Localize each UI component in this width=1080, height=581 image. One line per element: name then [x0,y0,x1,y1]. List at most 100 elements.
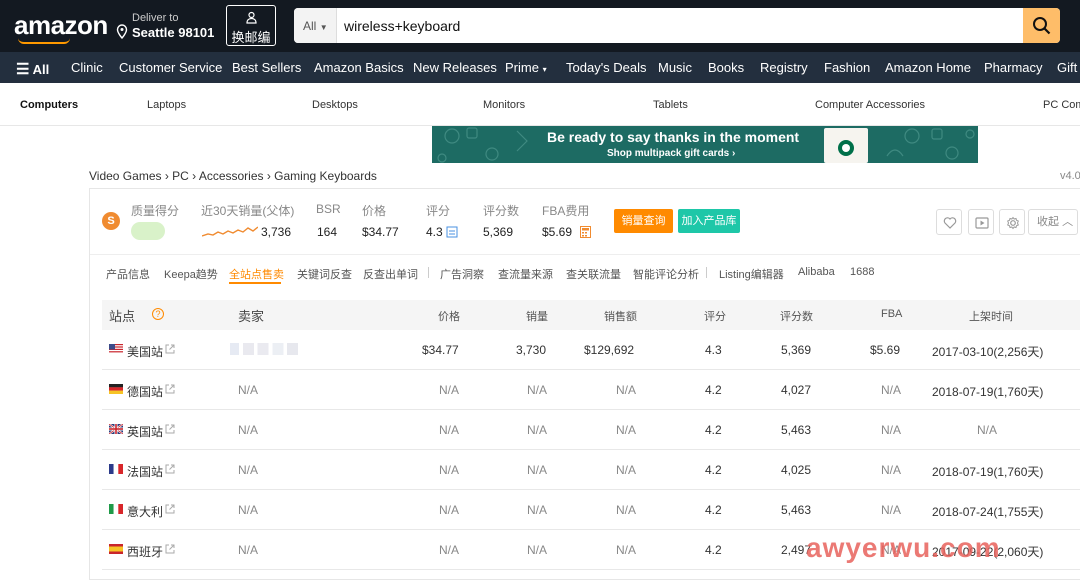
nav-item-prime[interactable]: Prime ▾ [505,60,547,75]
site-name: 意大利 [127,505,164,519]
sites-table-header: 站点 ? 卖家 价格 销量 销售额 评分 评分数 FBA 上架时间 [102,300,1080,330]
nav-item-music[interactable]: Music [658,60,692,75]
site-name: 西班牙 [127,545,164,559]
nav-item-new-releases[interactable]: New Releases [413,60,497,75]
play-icon [975,217,989,229]
rating-value: 4.2 [705,463,722,477]
tab-ad-insights[interactable]: 广告洞察 [440,266,484,282]
external-link-icon[interactable] [165,384,175,394]
tab-listing-editor[interactable]: Listing编辑器 [719,266,784,282]
external-link-icon[interactable] [165,424,175,434]
help-icon[interactable]: ? [152,308,164,320]
nav-item-books[interactable]: Books [708,60,744,75]
category-monitors[interactable]: Monitors [483,99,525,111]
tab-separator [706,267,707,278]
price-value: N/A [439,503,460,517]
tab-keyword-reverse[interactable]: 关键词反查 [297,266,352,282]
settings-button[interactable] [999,209,1025,235]
rating-value: 4.2 [705,543,722,557]
amazon-logo[interactable]: amazon [14,10,108,41]
change-zip-button[interactable]: 换邮编 [226,5,276,46]
nav-item-amazon-home[interactable]: Amazon Home [885,60,971,75]
nav-item-todays-deals[interactable]: Today's Deals [566,60,647,75]
tab-traffic-source[interactable]: 查流量来源 [498,266,553,282]
col-fba: FBA [881,308,903,320]
location-pin-icon [116,24,128,39]
external-link-icon[interactable] [165,544,175,554]
revenue-value: N/A [616,423,637,437]
tab-separator [428,267,429,278]
seller-plugin-panel: S 质量得分 近30天销量(父体) 3,736 BSR 164 价格 $34.7… [89,188,1080,580]
sales-value: N/A [527,543,548,557]
collapse-button[interactable]: 收起 ︿ [1028,209,1078,235]
table-row: 英国站 N/A N/A N/A N/A 4.2 5,463 N/A N/A [102,410,1080,450]
nav-all-label: All [32,62,50,77]
nav-item-amazon-basics[interactable]: Amazon Basics [314,60,404,75]
reviews-label: 评分数 [483,204,520,218]
category-computers[interactable]: Computers [20,99,78,111]
tab-order-keywords[interactable]: 反查出单词 [363,266,418,282]
favorite-button[interactable] [936,209,962,235]
external-link-icon[interactable] [165,464,175,474]
tab-alibaba[interactable]: Alibaba [798,266,835,278]
price-value: N/A [439,383,460,397]
sales-value: N/A [527,503,548,517]
nav-item-fashion[interactable]: Fashion [824,60,870,75]
price-value: N/A [439,463,460,477]
price-value: $34.77 [422,343,459,357]
rating-value: 4.3 [426,225,443,239]
gift-card-banner[interactable]: Be ready to say thanks in the moment Sho… [432,126,978,163]
rating-history-icon[interactable] [446,226,458,238]
tab-product-info[interactable]: 产品信息 [106,266,150,282]
collapse-label: 收起 [1037,216,1059,228]
external-link-icon[interactable] [165,504,175,514]
change-zip-label: 换邮编 [231,30,271,45]
category-desktops[interactable]: Desktops [312,99,358,111]
site-name: 英国站 [127,425,164,439]
reviews-value: 5,369 [483,225,514,239]
nav-item-pharmacy[interactable]: Pharmacy [984,60,1043,75]
external-link-icon[interactable] [165,344,175,354]
col-reviews: 评分数 [780,311,813,323]
sales-query-button[interactable]: 销量查询 [614,209,673,233]
plugin-tabs: 产品信息 Keepa趋势 全站点售卖 关键词反查 反查出单词 广告洞察 查流量来… [90,254,1080,286]
nav-item-registry[interactable]: Registry [760,60,808,75]
seller-value: N/A [238,463,259,477]
launch-date-value: 2018-07-19(1,760天) [932,385,1044,399]
hamburger-menu-icon: ☰ [16,61,30,78]
add-to-library-button[interactable]: 加入产品库 [678,209,740,233]
uk-flag-icon [109,424,123,434]
starbucks-logo-icon [838,140,854,156]
category-laptops[interactable]: Laptops [147,99,186,111]
fba-calculator-icon[interactable] [580,226,591,238]
search-input[interactable] [344,8,1014,43]
breadcrumb[interactable]: Video Games › PC › Accessories › Gaming … [89,169,377,183]
price-value: N/A [439,423,460,437]
video-button[interactable] [968,209,994,235]
search-category-select[interactable]: All ▼ [294,8,337,43]
tab-review-analysis[interactable]: 智能评论分析 [633,266,699,282]
watermark: awyerwu.com [806,532,1001,563]
tab-keepa-trend[interactable]: Keepa趋势 [164,266,218,282]
nav-item-gift[interactable]: Gift [1057,60,1077,75]
tab-1688[interactable]: 1688 [850,266,874,278]
spain-flag-icon [109,544,123,554]
search-button[interactable] [1023,8,1060,43]
site-name: 法国站 [127,465,164,479]
rating-value: 4.2 [705,503,722,517]
tab-related-traffic[interactable]: 查关联流量 [566,266,621,282]
nav-item-best-sellers[interactable]: Best Sellers [232,60,301,75]
tab-all-sites[interactable]: 全站点售卖 [229,266,284,282]
nav-item-clinic[interactable]: Clinic [71,60,103,75]
nav-all-menu[interactable]: ☰ All [16,60,49,78]
rating-value: 4.2 [705,423,722,437]
col-revenue: 销售额 [604,311,637,323]
main-nav: ☰ All Clinic Customer Service Best Selle… [0,52,1080,83]
category-pc-components[interactable]: PC Comp [1043,99,1080,111]
fba-value: N/A [881,423,902,437]
nav-item-customer-service[interactable]: Customer Service [119,60,222,75]
category-computer-accessories[interactable]: Computer Accessories [815,99,925,111]
category-tablets[interactable]: Tablets [653,99,688,111]
site-name: 德国站 [127,385,164,399]
heart-icon [943,217,957,229]
